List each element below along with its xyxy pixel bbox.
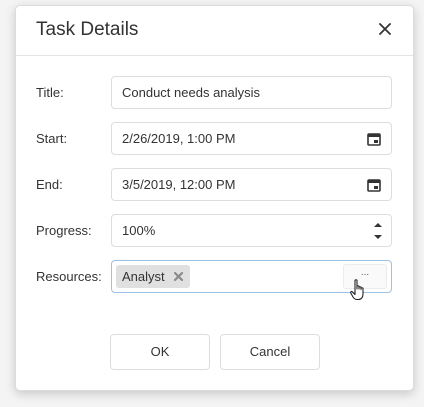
resources-label: Resources: xyxy=(36,269,102,284)
close-icon xyxy=(379,23,391,35)
spin-down-icon[interactable] xyxy=(373,232,383,242)
cancel-button[interactable]: Cancel xyxy=(220,334,320,370)
task-details-dialog: Task Details Title: Conduct needs analys… xyxy=(15,5,414,391)
title-row: Title: Conduct needs analysis xyxy=(16,76,413,110)
title-field[interactable]: Conduct needs analysis xyxy=(111,76,392,109)
close-button[interactable] xyxy=(375,19,395,39)
title-label: Title: xyxy=(36,85,64,100)
end-value: 3/5/2019, 12:00 PM xyxy=(122,177,236,192)
ok-button[interactable]: OK xyxy=(110,334,210,370)
resource-tag-label: Analyst xyxy=(122,269,165,284)
start-date-field[interactable]: 2/26/2019, 1:00 PM xyxy=(111,122,392,155)
progress-value: 100% xyxy=(122,223,156,238)
spin-up-icon[interactable] xyxy=(373,220,383,230)
spin-buttons xyxy=(371,219,385,243)
start-label: Start: xyxy=(36,131,68,146)
dialog-title: Task Details xyxy=(36,19,139,40)
remove-tag-icon[interactable] xyxy=(173,271,184,282)
title-value: Conduct needs analysis xyxy=(122,85,261,100)
start-row: Start: 2/26/2019, 1:00 PM xyxy=(16,122,413,156)
end-date-field[interactable]: 3/5/2019, 12:00 PM xyxy=(111,168,392,201)
start-value: 2/26/2019, 1:00 PM xyxy=(122,131,236,146)
progress-field[interactable]: 100% xyxy=(111,214,392,247)
calendar-icon[interactable] xyxy=(367,178,381,192)
dialog-header: Task Details xyxy=(16,6,413,56)
resource-tag: Analyst xyxy=(116,265,190,288)
end-row: End: 3/5/2019, 12:00 PM xyxy=(16,168,413,202)
calendar-icon[interactable] xyxy=(367,132,381,146)
progress-row: Progress: 100% xyxy=(16,214,413,248)
end-label: End: xyxy=(36,177,63,192)
hand-cursor-icon xyxy=(350,279,364,301)
progress-label: Progress: xyxy=(36,223,92,238)
